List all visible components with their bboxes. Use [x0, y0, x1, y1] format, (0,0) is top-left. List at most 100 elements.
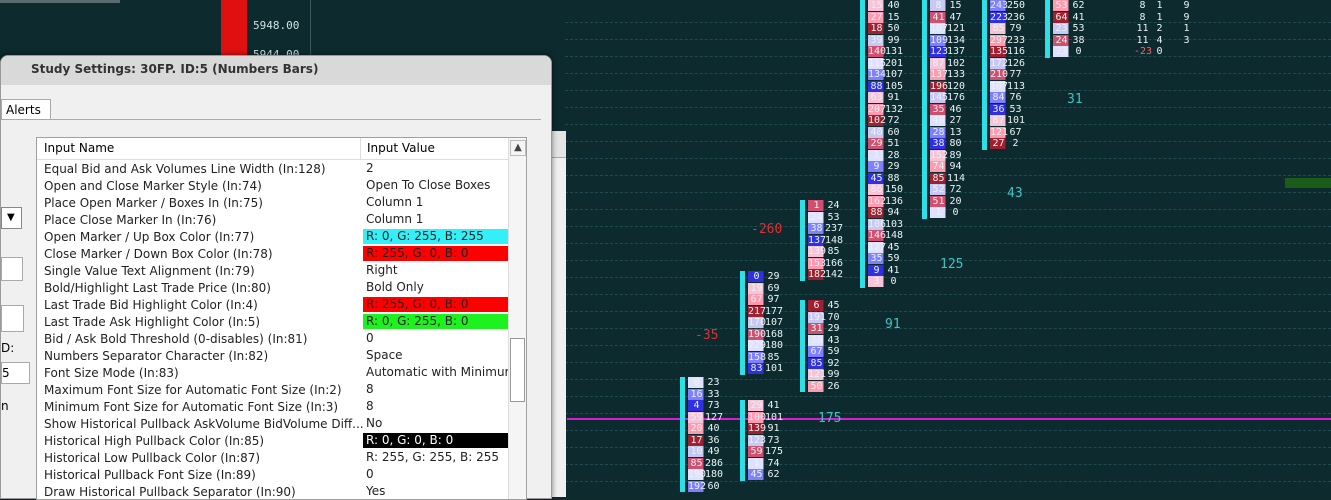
dropdown-box[interactable]: ▼ [1, 207, 22, 229]
footprint-value: 137 [808, 234, 827, 246]
setting-value[interactable]: Bold Only [363, 280, 509, 295]
footprint-cell: 29 41 [748, 400, 782, 411]
footprint-value: 40 [707, 423, 720, 434]
setting-value[interactable]: Right [363, 263, 509, 278]
footprint-cell: 38 80 [930, 138, 964, 149]
footprint-value: 127 [705, 411, 724, 423]
footprint-value: 79 [1009, 23, 1022, 34]
setting-row[interactable]: Place Close Marker In (In:76) Column 1 [37, 212, 508, 229]
footprint-cell: 9 [1178, 0, 1195, 11]
setting-row[interactable]: Historical High Pullback Color (In:85) R:… [37, 433, 509, 450]
setting-row[interactable]: Historical Pullback Font Size (In:89) 0 [37, 467, 508, 484]
scroll-thumb[interactable] [510, 338, 525, 402]
setting-value[interactable]: Column 1 [363, 195, 509, 210]
dialog-titlebar[interactable]: Study Settings: 30FP. ID:5 (Numbers Bars… [1, 56, 551, 85]
setting-row[interactable]: Draw Historical Pullback Separator (In:9… [37, 484, 508, 499]
setting-value[interactable]: Space [363, 348, 509, 363]
text-field[interactable] [1, 257, 23, 281]
setting-row[interactable]: Bid / Ask Bold Threshold (0-disables) (I… [37, 331, 508, 348]
setting-value[interactable]: Automatic with Minimum [363, 365, 509, 380]
footprint-value: 39 [870, 34, 883, 46]
footprint-cell: 13985 [808, 246, 842, 257]
footprint-value: 8 [935, 0, 942, 11]
footprint-value: 52 [932, 184, 945, 195]
setting-row[interactable]: Maximum Font Size for Automatic Font Siz… [37, 382, 508, 399]
setting-value[interactable]: No [363, 416, 509, 431]
footprint-cell: 4 73 [688, 400, 722, 411]
setting-row[interactable]: Equal Bid and Ask Volumes Line Width (In… [37, 161, 508, 178]
header-input-name[interactable]: Input Name [44, 141, 114, 155]
setting-row[interactable]: Last Trade Ask Highlight Color (In:5) R: … [37, 314, 509, 331]
setting-name: Last Trade Bid Highlight Color (In:4) [44, 298, 258, 312]
footprint-cell: 45 88 [868, 172, 902, 184]
footprint-value: 0 [753, 271, 760, 282]
footprint-cell: 20 40 [688, 423, 722, 434]
setting-value[interactable]: R: 255, G: 255, B: 255 [363, 450, 509, 465]
setting-row[interactable]: Open Marker / Up Box Color (In:77) R: 0, … [37, 229, 509, 246]
setting-value[interactable]: R: 255, G: 0, B: 0 [363, 297, 509, 312]
setting-row[interactable]: Close Marker / Down Box Color (In:78) R: … [37, 246, 509, 263]
setting-value[interactable]: R: 0, G: 255, B: 255 [363, 229, 509, 244]
footprint-cell: 100101 [748, 411, 783, 423]
footprint-cell: 6 45 [808, 300, 842, 311]
price-gridline [565, 226, 1331, 227]
footprint-value: 182 [808, 269, 827, 280]
footprint-cell: 190168 [748, 328, 783, 340]
footprint-value: 297 [990, 34, 1009, 46]
setting-row[interactable]: Show Historical Pullback AskVolume BidVo… [37, 416, 508, 433]
footprint-value: 1 [753, 457, 760, 469]
setting-value[interactable]: 8 [363, 399, 509, 414]
footprint-cell: 74 94 [930, 161, 964, 172]
setting-name: Show Historical Pullback AskVolume BidVo… [44, 417, 364, 431]
setting-value[interactable]: R: 255, G: 0, B: 0 [363, 246, 509, 261]
setting-row[interactable]: Single Value Text Alignment (In:79) Right [37, 263, 508, 280]
footprint-value: 2 [1156, 23, 1163, 34]
setting-value[interactable]: Open To Close Boxes [363, 178, 509, 193]
footprint-value: 50 [887, 23, 900, 34]
inputs-grid[interactable]: Input Name Input Value Equal Bid and Ask… [36, 137, 527, 500]
header-input-value[interactable]: Input Value [367, 141, 435, 155]
footprint-value: 191 [808, 311, 827, 323]
left-value-field[interactable]: 5 [1, 362, 30, 384]
top-left-scrollbar[interactable] [0, 0, 120, 3]
setting-row[interactable]: Last Trade Bid Highlight Color (In:4) R: … [37, 297, 509, 314]
footprint-value: 11 [1136, 34, 1149, 46]
footprint-cell: 27 15 [868, 11, 902, 23]
setting-name: Historical Low Pullback Color (In:87) [44, 451, 261, 465]
footprint-value: 74 [932, 161, 945, 172]
footprint-value: 105 [885, 80, 904, 92]
footprint-cell: 40 27 [930, 115, 964, 126]
setting-row[interactable]: Historical Low Pullback Color (In:87) R: … [37, 450, 509, 467]
button-box[interactable] [1, 305, 24, 332]
setting-value[interactable]: R: 0, G: 255, B: 0 [363, 314, 509, 329]
setting-row[interactable]: Font Size Mode (In:83) Automatic with Min… [37, 365, 509, 382]
footprint-value: 60 [707, 480, 720, 492]
scroll-up-arrow-icon[interactable]: ▲ [510, 140, 526, 156]
footprint-value: 123 [748, 434, 767, 446]
grid-scrollbar[interactable]: ▲ [508, 138, 526, 499]
setting-value[interactable]: 0 [363, 467, 509, 482]
setting-row[interactable]: Place Open Marker / Boxes In (In:75) Colu… [37, 195, 508, 212]
footprint-value: 19 [750, 282, 763, 294]
setting-row[interactable]: Minimum Font Size for Automatic Font Siz… [37, 399, 508, 416]
footprint-value: 77 [1009, 69, 1022, 80]
setting-row[interactable]: Bold/Highlight Last Trade Price (In:80) B… [37, 280, 508, 297]
setting-value[interactable]: R: 0, G: 0, B: 0 [363, 433, 509, 448]
footprint-cell: 35 59 [868, 253, 902, 264]
footprint-value: 8 [1139, 0, 1146, 11]
footprint-value: 83 [750, 363, 763, 374]
setting-value[interactable]: 0 [363, 331, 509, 346]
delta-label: 31 [1067, 92, 1083, 107]
setting-value[interactable]: 8 [363, 382, 509, 397]
setting-row[interactable]: Open and Close Marker Style (In:74) Open … [37, 178, 508, 195]
setting-row[interactable]: Numbers Separator Character (In:82) Space [37, 348, 508, 365]
footprint-value: 74 [767, 457, 780, 469]
footprint-value: 107 [885, 69, 904, 80]
footprint-value: 120 [947, 80, 966, 92]
footprint-value: 139 [748, 423, 767, 434]
tab-alerts[interactable]: Alerts [1, 99, 51, 120]
setting-value[interactable]: 2 [363, 161, 509, 176]
setting-value[interactable]: Column 1 [363, 212, 509, 227]
footprint-cell: 10 49 [688, 446, 722, 457]
footprint-value: 85 [932, 172, 945, 184]
